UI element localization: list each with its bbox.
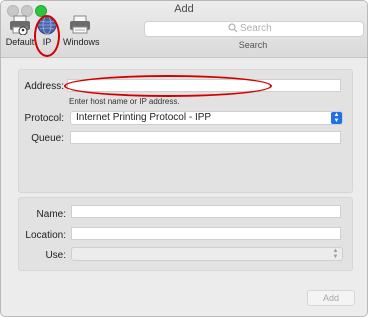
printer-windows-icon	[70, 15, 90, 34]
protocol-label: Protocol:	[24, 113, 64, 124]
add-printer-window: Add Default IP Windows Search Search Add…	[0, 0, 368, 317]
name-label: Name:	[36, 209, 66, 220]
toolbar-windows-label: Windows	[63, 37, 100, 47]
name-field[interactable]	[71, 205, 341, 218]
protocol-popup[interactable]: Internet Printing Protocol - IPP ▲ ▼	[70, 111, 343, 125]
toolbar-default-label: Default	[5, 37, 35, 47]
search-placeholder: Search	[240, 23, 272, 34]
toolbar-windows-button[interactable]: Windows	[63, 15, 100, 47]
address-highlight-ring	[64, 75, 272, 97]
add-button[interactable]: Add	[307, 290, 355, 306]
location-label: Location:	[25, 230, 66, 241]
popup-stepper-icon: ▲ ▼	[331, 112, 342, 124]
queue-label: Queue:	[31, 133, 64, 144]
search-icon	[228, 23, 238, 36]
titlebar-toolbar: Add Default IP Windows Search Search	[1, 1, 367, 58]
queue-field[interactable]	[70, 131, 341, 144]
popup-stepper-icon: ▲ ▼	[332, 248, 339, 260]
protocol-value: Internet Printing Protocol - IPP	[76, 112, 212, 123]
location-field[interactable]	[71, 227, 341, 240]
use-popup[interactable]: ▲ ▼	[71, 247, 343, 261]
ip-highlight-ring	[34, 15, 60, 57]
search-caption: Search	[238, 40, 268, 50]
address-label: Address:	[24, 81, 64, 92]
toolbar-default-button[interactable]: Default	[5, 15, 35, 47]
use-label: Use:	[45, 250, 66, 261]
address-hint: Enter host name or IP address.	[69, 97, 180, 106]
window-title: Add	[174, 3, 194, 15]
search-field[interactable]: Search	[144, 21, 364, 37]
printer-default-icon	[10, 15, 30, 35]
